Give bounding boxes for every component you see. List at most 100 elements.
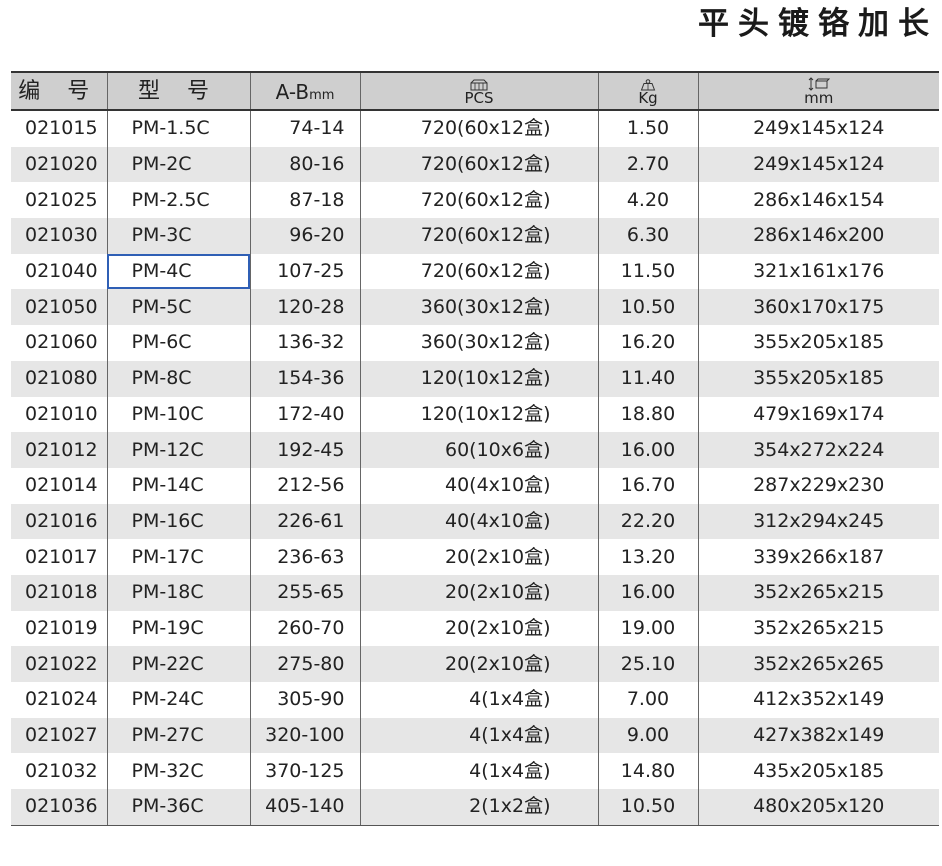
table-row: 021050 PM-5C 120-28 360(30x12盒) 10.50 360x170… bbox=[11, 289, 939, 326]
cell-pcs: 120(10x12盒) bbox=[359, 396, 598, 433]
table-row: 021010 PM-10C 172-40 120(10x12盒) 18.80 479x16… bbox=[11, 396, 939, 433]
cell-model: PM-24C bbox=[106, 682, 250, 718]
page-title: 平头镀铬加长 bbox=[698, 6, 938, 42]
cell-code: 021036 bbox=[11, 789, 107, 826]
table-row: 021030 PM-3C 96-20 720(60x12盒) 6.30 286x146x2… bbox=[11, 218, 939, 254]
cell-ab: 172-40 bbox=[249, 396, 360, 433]
cell-model: PM-14C bbox=[106, 467, 250, 504]
cell-kg: 16.00 bbox=[597, 574, 698, 611]
cell-kg: 7.00 bbox=[597, 682, 698, 718]
cell-ab: 255-65 bbox=[249, 574, 360, 611]
cell-ab: 226-61 bbox=[249, 503, 360, 540]
table-row: 021060 PM-6C 136-32 360(30x12盒) 16.20 355x205… bbox=[11, 325, 939, 361]
cell-mm: 354x272x224 bbox=[697, 432, 939, 468]
cell-ab: 154-36 bbox=[249, 360, 360, 397]
cell-pcs: 60(10x6盒) bbox=[359, 432, 598, 468]
cell-mm: 321x161x176 bbox=[697, 253, 939, 290]
header-ab-text: A-B bbox=[275, 80, 310, 104]
cell-mm: 480x205x120 bbox=[697, 789, 939, 826]
cell-kg: 25.10 bbox=[597, 646, 698, 682]
cell-pcs: 720(60x12盒) bbox=[359, 110, 598, 147]
cell-model: PM-6C bbox=[106, 325, 250, 361]
cell-mm: 352x265x215 bbox=[697, 610, 939, 647]
cell-pcs: 720(60x12盒) bbox=[359, 253, 598, 290]
cell-kg: 11.40 bbox=[597, 360, 698, 397]
cell-model: PM-17C bbox=[106, 539, 250, 575]
table-row: 021014 PM-14C 212-56 40(4x10盒) 16.70 287x229x… bbox=[11, 467, 939, 504]
cell-pcs: 4(1x4盒) bbox=[359, 753, 598, 790]
cell-model: PM-22C bbox=[106, 646, 250, 682]
cell-mm: 286x146x154 bbox=[697, 182, 939, 219]
table-row: 021017 PM-17C 236-63 20(2x10盒) 13.20 339x266x… bbox=[11, 539, 939, 575]
cell-pcs: 720(60x12盒) bbox=[359, 218, 598, 254]
cell-pcs: 20(2x10盒) bbox=[359, 646, 598, 682]
table-row: 021016 PM-16C 226-61 40(4x10盒) 22.20 312x294x… bbox=[11, 503, 939, 540]
cell-mm: 249x145x124 bbox=[697, 110, 939, 147]
table-row: 021027 PM-27C 320-100 4(1x4盒) 9.00 427x382x14… bbox=[11, 717, 939, 754]
cell-code: 021027 bbox=[11, 717, 107, 754]
cell-code: 021032 bbox=[25, 759, 98, 782]
cell-mm: 435x205x185 bbox=[697, 753, 939, 790]
cell-mm: 286x146x200 bbox=[697, 218, 939, 254]
cell-ab: 236-63 bbox=[249, 539, 360, 575]
cell-model: PM-1.5C bbox=[106, 110, 250, 147]
cell-ab: 120-28 bbox=[249, 289, 360, 326]
cell-kg: 16.70 bbox=[597, 467, 698, 504]
cell-model: PM-8C bbox=[106, 360, 250, 397]
cell-code: 021016 bbox=[11, 503, 107, 540]
table-row: 021040 PM-4C 107-25 720(60x12盒) 11.50 321x161… bbox=[11, 253, 939, 290]
cell-ab: 96-20 bbox=[249, 218, 360, 254]
cell-pcs: 40(4x10盒) bbox=[359, 503, 598, 540]
cell-code: 021022 bbox=[11, 646, 107, 682]
cell-kg: 4.20 bbox=[597, 182, 698, 219]
cell-pcs: 720(60x12盒) bbox=[359, 182, 598, 219]
table-row: 021012 PM-12C 192-45 60(10x6盒) 16.00 354x272x… bbox=[11, 432, 939, 468]
cell-code: 021040 bbox=[25, 260, 98, 283]
header-ab: A-Bmm bbox=[249, 71, 360, 111]
cell-code: 021030 bbox=[11, 218, 107, 254]
header-mm-label: mm bbox=[804, 89, 834, 107]
cell-model: PM-16C bbox=[106, 503, 250, 540]
cell-model: PM-2C bbox=[106, 146, 250, 183]
cell-pcs: 20(2x10盒) bbox=[359, 539, 598, 575]
cell-mm: 339x266x187 bbox=[697, 539, 939, 575]
cell-code: 021018 bbox=[11, 574, 107, 611]
table-row: 021018 PM-18C 255-65 20(2x10盒) 16.00 352x265x… bbox=[11, 574, 939, 611]
cell-ab: 212-56 bbox=[249, 467, 360, 504]
cell-pcs: 120(10x12盒) bbox=[359, 360, 598, 397]
table-row: 021036 PM-36C 405-140 2(1x2盒) 10.50 480x205x1… bbox=[11, 789, 939, 826]
cell-model: PM-27C bbox=[106, 717, 250, 754]
cell-kg: 10.50 bbox=[597, 289, 698, 326]
cell-code: 021020 bbox=[11, 146, 107, 183]
cell-model: PM-10C bbox=[106, 396, 250, 433]
cell-ab: 260-70 bbox=[249, 610, 360, 647]
cell-kg: 22.20 bbox=[597, 503, 698, 540]
cell-ab: 80-16 bbox=[249, 146, 360, 183]
cell-ab: 370-125 bbox=[249, 753, 360, 790]
cell-ab: 275-80 bbox=[249, 646, 360, 682]
cell-ab: 405-140 bbox=[249, 789, 360, 826]
cell-kg: 16.20 bbox=[597, 325, 698, 361]
cell-ab: 87-18 bbox=[249, 182, 360, 219]
cell-mm: 412x352x149 bbox=[697, 682, 939, 718]
header-kg-label: Kg bbox=[638, 89, 658, 107]
cell-ab: 320-100 bbox=[249, 717, 360, 754]
cell-code: 021024 bbox=[25, 688, 98, 711]
cell-code: 021060 bbox=[25, 331, 98, 354]
cell-code: 021014 bbox=[25, 474, 98, 497]
table-row: 021080 PM-8C 154-36 120(10x12盒) 11.40 355x205… bbox=[11, 360, 939, 397]
cell-mm: 352x265x265 bbox=[697, 646, 939, 682]
cell-mm: 287x229x230 bbox=[697, 467, 939, 504]
cell-model[interactable]: PM-4C bbox=[106, 253, 250, 290]
header-pcs: PCS bbox=[359, 71, 598, 111]
cell-ab: 305-90 bbox=[249, 682, 360, 718]
table-row: 021015 PM-1.5C 74-14 720(60x12盒) 1.50 249x145… bbox=[11, 110, 939, 147]
cell-code: 021019 bbox=[25, 616, 98, 639]
cell-ab: 74-14 bbox=[249, 110, 360, 147]
cell-model: PM-19C bbox=[106, 610, 250, 647]
cell-kg: 14.80 bbox=[597, 753, 698, 790]
cell-pcs: 2(1x2盒) bbox=[359, 789, 598, 826]
header-mm: mm bbox=[697, 71, 939, 111]
header-ab-unit: mm bbox=[309, 88, 335, 103]
cell-mm: 312x294x245 bbox=[697, 503, 939, 540]
